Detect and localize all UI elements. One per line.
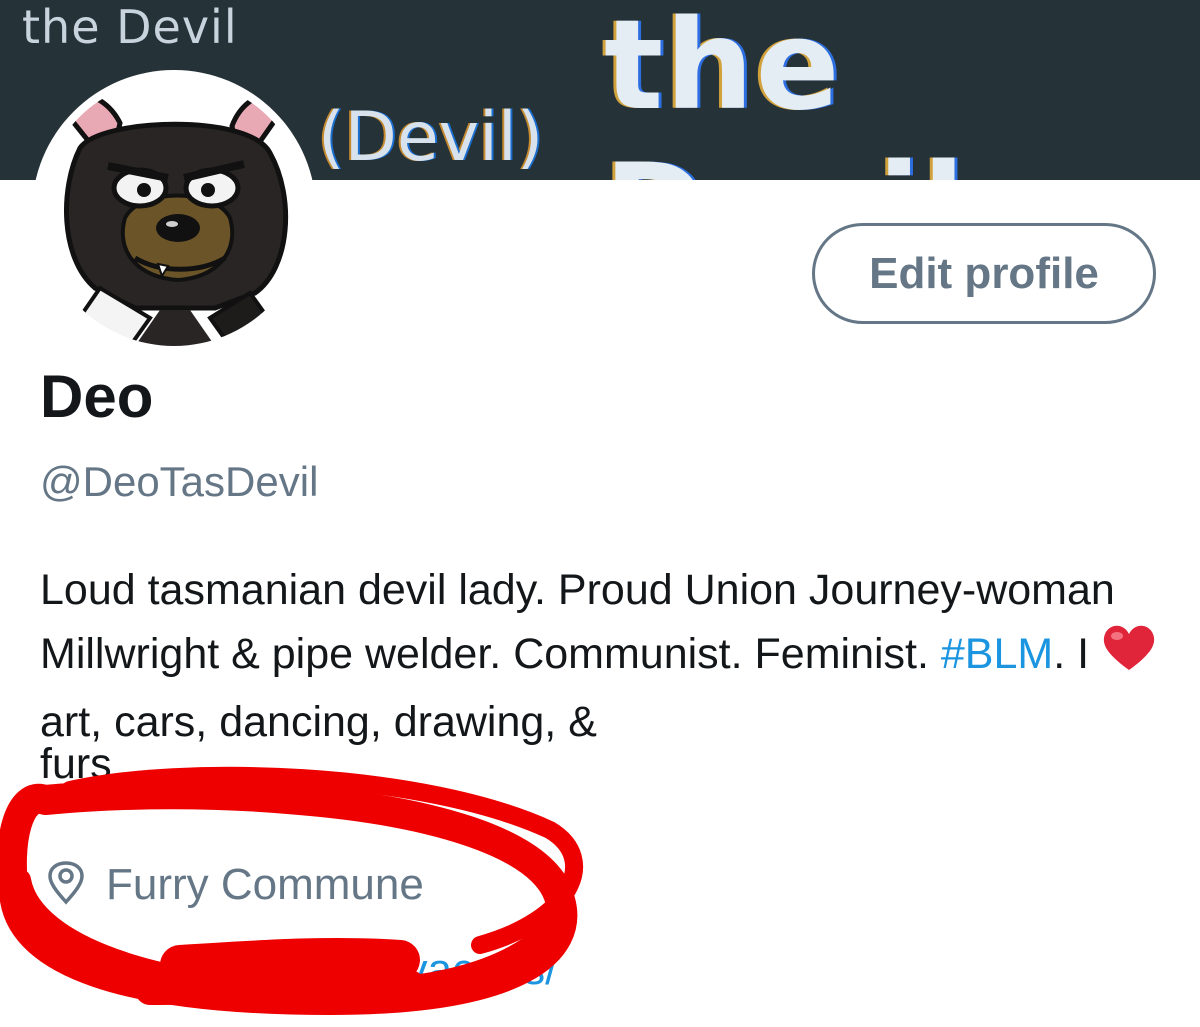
location-pin-icon [46, 860, 86, 910]
location-row: Furry Commune [46, 860, 424, 910]
display-name: Deo [40, 363, 154, 430]
avatar[interactable] [32, 70, 316, 354]
tasmanian-devil-avatar [40, 78, 308, 346]
profile-link[interactable]: t/user/deovacuus/ [210, 945, 557, 995]
bio-text: art, cars, dancing, drawing, & [40, 697, 597, 746]
banner-paren-text: (Devil) [318, 98, 544, 177]
banner-small-text: the Devil [22, 0, 238, 54]
location-text: Furry Commune [106, 860, 424, 909]
heart-icon [1101, 624, 1157, 690]
user-handle: @DeoTasDevil [40, 458, 319, 505]
profile-bio: Loud tasmanian devil lady. Proud Union J… [40, 558, 1170, 754]
banner-big-text: the Devil [604, 0, 965, 180]
bio-text: . I [1053, 630, 1102, 678]
bio-fragment: furs [40, 740, 112, 788]
hashtag-link[interactable]: #BLM [941, 630, 1053, 678]
bio-obscured-area [0, 770, 1200, 810]
edit-profile-button[interactable]: Edit profile [812, 223, 1156, 324]
